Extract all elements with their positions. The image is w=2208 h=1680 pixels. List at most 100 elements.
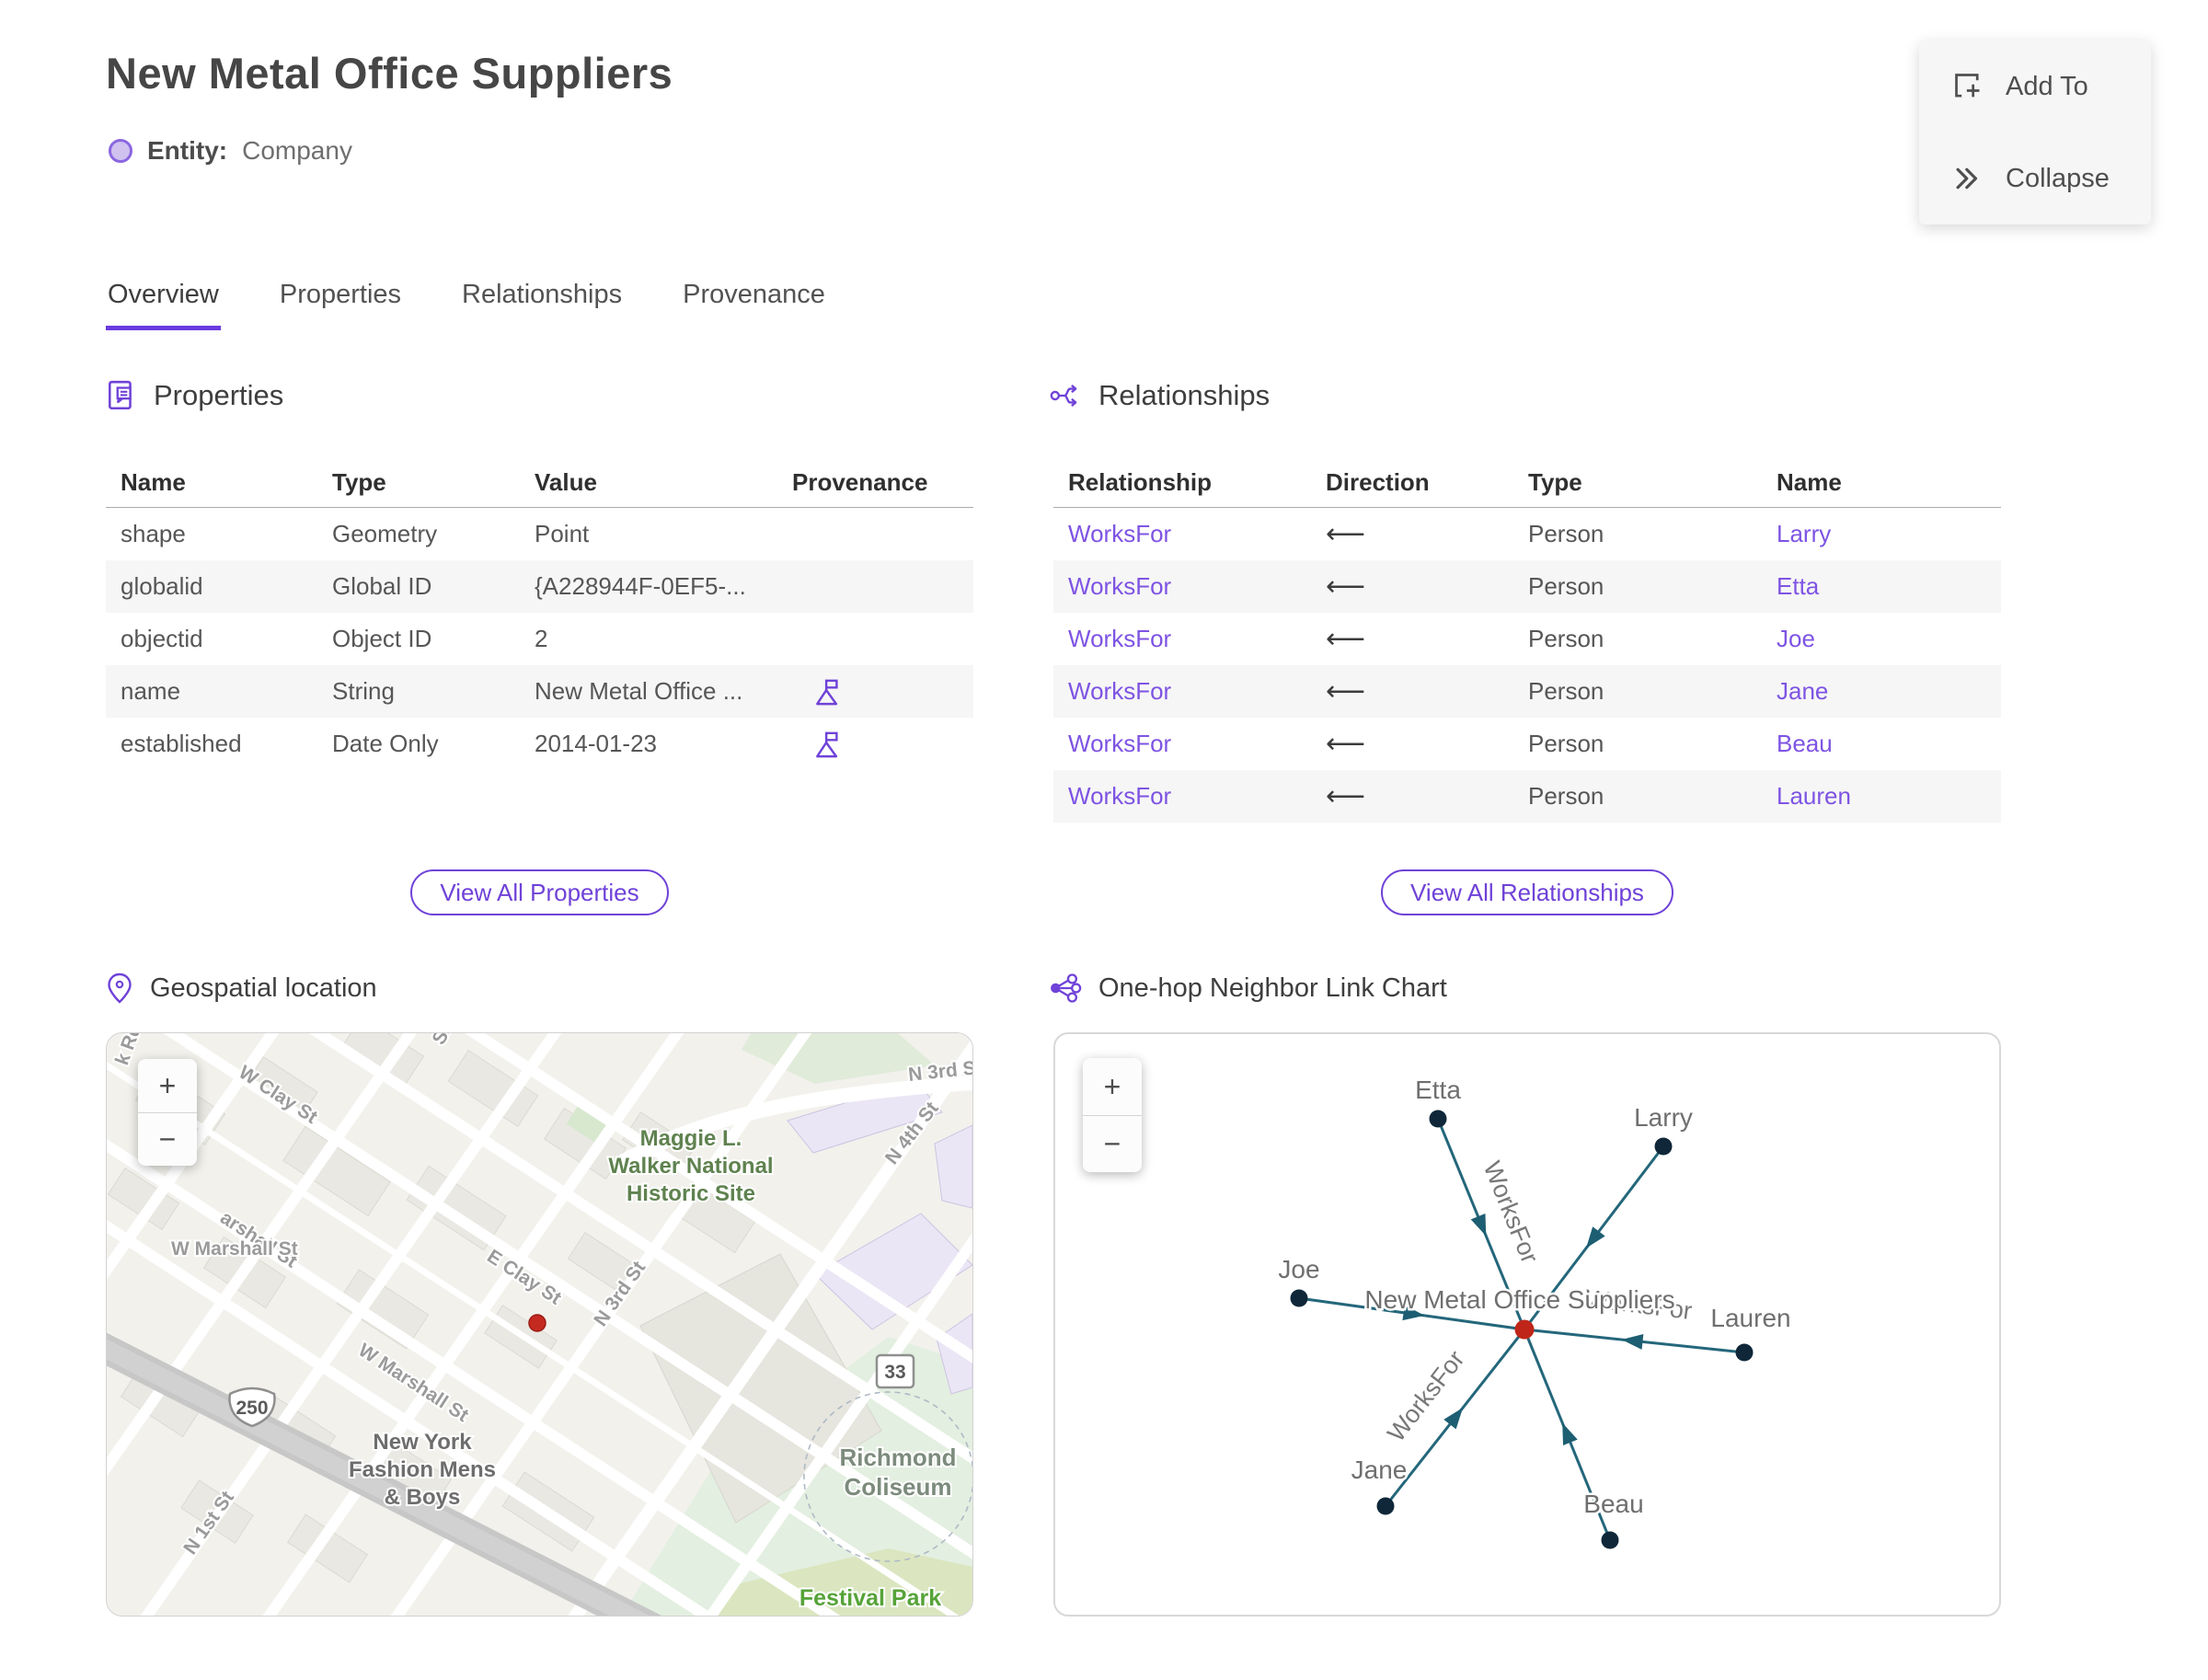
add-to-button[interactable]: Add To: [1919, 40, 2151, 132]
relationship-name-cell: Lauren: [1762, 782, 2001, 811]
add-to-icon: [1955, 74, 1980, 98]
page-title: New Metal Office Suppliers: [106, 49, 673, 98]
property-name-cell: globalid: [121, 572, 203, 600]
poi-label: Festival Park: [799, 1585, 941, 1611]
relationship-entity-type-cell: Person: [1528, 782, 1604, 810]
relationship-type-cell: WorksFor: [1053, 730, 1311, 758]
properties-table-header: Name Type Value Provenance: [106, 458, 973, 508]
tab-bar: Overview Properties Relationships Proven…: [106, 276, 827, 330]
tab-provenance[interactable]: Provenance: [681, 276, 827, 330]
relationships-section-header: Relationships: [1049, 379, 1270, 412]
relationship-direction-cell: ⟵: [1326, 781, 1366, 811]
relationship-name-link[interactable]: Lauren: [1777, 782, 1851, 810]
one-hop-network-icon: [1051, 973, 1082, 1003]
property-type-cell: String: [332, 677, 395, 705]
relationship-type-cell: WorksFor: [1053, 625, 1311, 653]
relationship-row: WorksFor ⟵ Person Etta: [1053, 560, 2001, 613]
one-hop-link-chart[interactable]: WorksFor WorksFor WorksFor Etta Larry Joe Laur…: [1053, 1032, 2001, 1617]
graph-node-larry[interactable]: [1654, 1137, 1673, 1156]
relationship-name-link[interactable]: Jane: [1777, 677, 1828, 705]
map-canvas[interactable]: 250 33k RdW Clay StSaE Clay Starshall St…: [107, 1033, 972, 1616]
relationships-icon: [1050, 384, 1077, 408]
relationship-direction-cell: ⟵: [1326, 729, 1366, 759]
relationship-direction-cell: ⟵: [1326, 571, 1366, 602]
relationship-row: WorksFor ⟵ Person Jane: [1053, 665, 2001, 718]
relationship-type-link[interactable]: WorksFor: [1068, 520, 1171, 547]
property-value-cell: New Metal Office ...: [535, 677, 743, 705]
entity-type-line: Entity: Company: [109, 136, 352, 166]
col-header: Provenance: [792, 468, 928, 496]
property-row: shape Geometry Point: [106, 508, 973, 560]
relationship-type-link[interactable]: WorksFor: [1068, 625, 1171, 652]
relationship-name-link[interactable]: Etta: [1777, 572, 1819, 600]
relationship-type-link[interactable]: WorksFor: [1068, 677, 1171, 705]
property-type-cell: Date Only: [332, 730, 439, 757]
tab-properties[interactable]: Properties: [278, 276, 403, 330]
graph-node-etta[interactable]: [1429, 1110, 1447, 1128]
graph-node-label: Joe: [1278, 1255, 1319, 1283]
col-header: Name: [1777, 468, 1842, 496]
relationship-name-cell: Joe: [1762, 625, 2001, 653]
property-provenance-cell[interactable]: [777, 729, 973, 760]
relationship-type-link[interactable]: WorksFor: [1068, 730, 1171, 757]
view-all-relationships-button[interactable]: View All Relationships: [1381, 869, 1673, 915]
relationship-type-cell: WorksFor: [1053, 572, 1311, 601]
property-row: name String New Metal Office ...: [106, 665, 973, 718]
relationships-table: Relationship Direction Type Name WorksFo…: [1053, 458, 2001, 823]
relationship-name-link[interactable]: Larry: [1777, 520, 1831, 547]
graph-node-company[interactable]: [1514, 1319, 1535, 1340]
svg-text:250: 250: [236, 1398, 268, 1419]
graph-node-beau[interactable]: [1601, 1531, 1619, 1549]
graph-node-label: Lauren: [1710, 1304, 1790, 1332]
geospatial-map[interactable]: 250 33k RdW Clay StSaE Clay Starshall St…: [106, 1032, 973, 1617]
edge-arrow: [1621, 1333, 1644, 1350]
property-row: globalid Global ID {A228944F-0EF5-...: [106, 560, 973, 613]
col-header: Relationship: [1068, 468, 1213, 496]
property-type-cell: Global ID: [332, 572, 432, 600]
graph-node-lauren[interactable]: [1735, 1343, 1754, 1362]
property-provenance-cell[interactable]: [777, 676, 973, 708]
relationship-type-link[interactable]: WorksFor: [1068, 572, 1171, 600]
map-pin-icon: [108, 972, 132, 1004]
relationship-direction-cell: ⟵: [1326, 519, 1366, 549]
property-type-cell: Geometry: [332, 520, 438, 547]
properties-section-header: Properties: [106, 379, 283, 412]
tab-relationships[interactable]: Relationships: [460, 276, 624, 330]
map-zoom-out-button[interactable]: −: [138, 1112, 197, 1166]
view-all-properties-button[interactable]: View All Properties: [410, 869, 669, 915]
property-row: established Date Only 2014-01-23: [106, 718, 973, 770]
property-value-cell: 2: [535, 625, 548, 652]
edge-arrow: [1562, 1422, 1578, 1446]
relationship-name-link[interactable]: Joe: [1777, 625, 1815, 652]
geospatial-section-header: Geospatial location: [106, 972, 377, 1005]
edge-label: WorksFor: [1382, 1345, 1469, 1446]
col-header: Direction: [1326, 468, 1430, 496]
relationship-name-cell: Beau: [1762, 730, 2001, 758]
location-marker[interactable]: [528, 1314, 546, 1332]
edge-label: WorksFor: [1478, 1157, 1544, 1267]
property-type-cell: Object ID: [332, 625, 432, 652]
property-name-cell: objectid: [121, 625, 203, 652]
linkchart-section-title: One-hop Neighbor Link Chart: [1098, 972, 1447, 1003]
linkchart-section-header: One-hop Neighbor Link Chart: [1049, 972, 1447, 1005]
relationship-type-link[interactable]: WorksFor: [1068, 782, 1171, 810]
property-name-cell: established: [121, 730, 242, 757]
graph-node-joe[interactable]: [1290, 1289, 1308, 1307]
chart-zoom-in-button[interactable]: +: [1083, 1058, 1142, 1115]
graph-node-jane[interactable]: [1376, 1497, 1395, 1515]
relationship-entity-type-cell: Person: [1528, 572, 1604, 600]
collapse-button[interactable]: Collapse: [1919, 132, 2151, 224]
provenance-flag-icon: [816, 679, 838, 705]
tab-overview[interactable]: Overview: [106, 276, 221, 330]
entity-label: Entity:: [147, 136, 228, 165]
link-chart-canvas[interactable]: WorksForWorksForWorksForEttaLarryJoeLaur…: [1055, 1034, 1999, 1615]
property-name-cell: name: [121, 677, 181, 705]
map-zoom-in-button[interactable]: +: [138, 1059, 197, 1112]
chart-zoom-out-button[interactable]: −: [1083, 1115, 1142, 1172]
relationship-name-cell: Etta: [1762, 572, 2001, 601]
map-zoom-control: + −: [138, 1059, 197, 1166]
relationship-entity-type-cell: Person: [1528, 625, 1604, 652]
relationship-name-link[interactable]: Beau: [1777, 730, 1833, 757]
properties-table: Name Type Value Provenance shape Geometr…: [106, 458, 973, 770]
relationship-name-cell: Larry: [1762, 520, 2001, 548]
